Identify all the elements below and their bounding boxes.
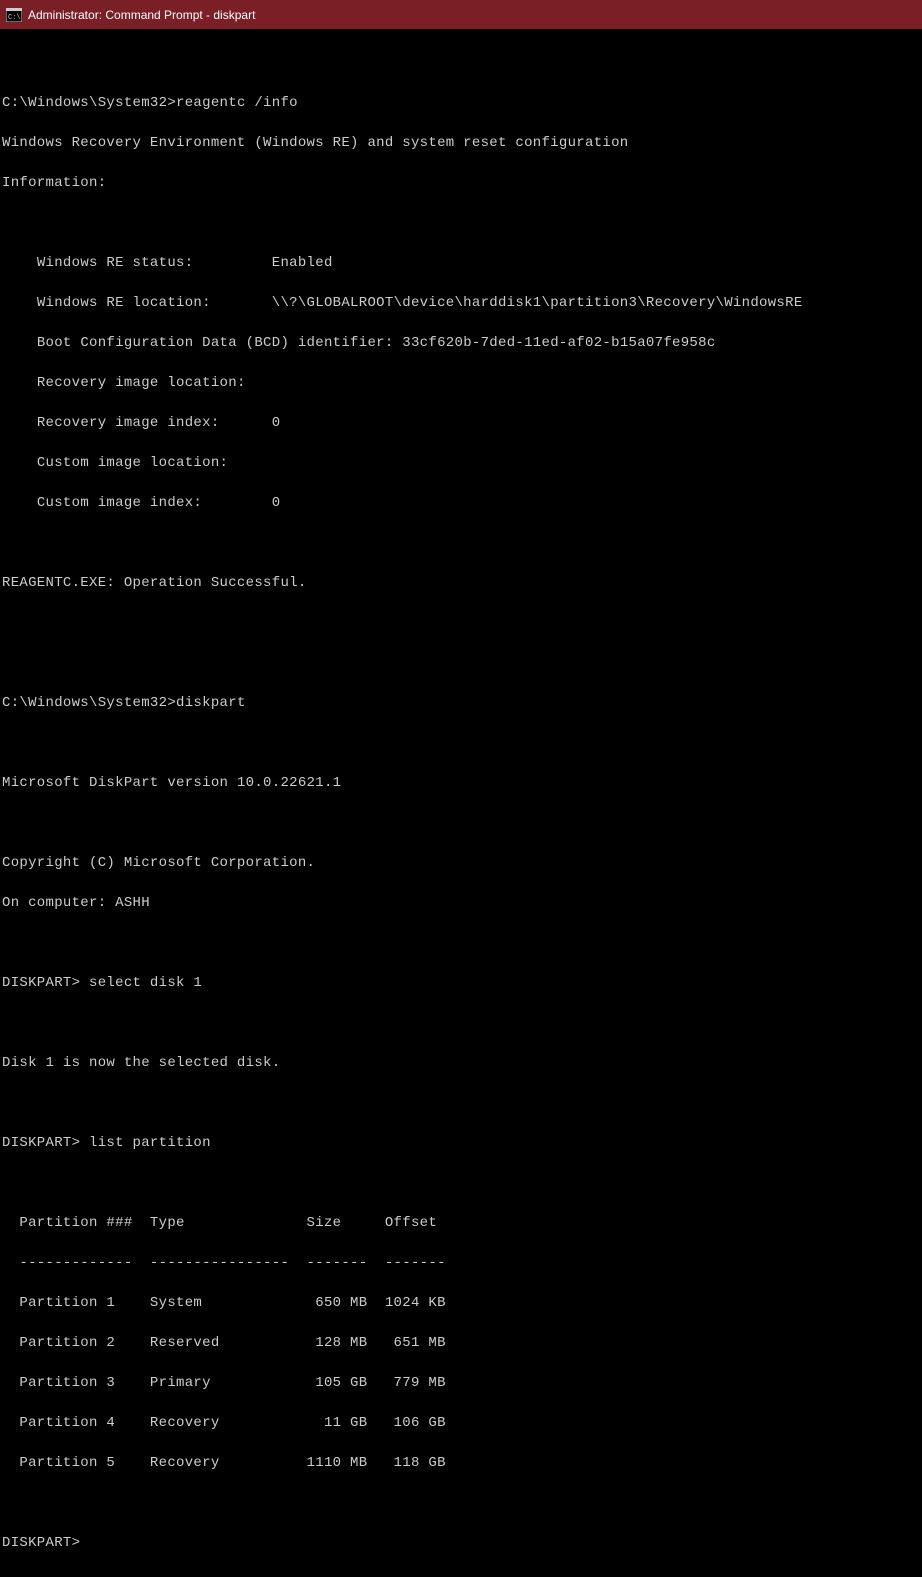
terminal-line <box>2 1173 920 1193</box>
custom-image-index-value: 0 <box>272 495 281 511</box>
terminal-line <box>2 1013 920 1033</box>
prompt-path: C:\Windows\System32> <box>2 695 176 711</box>
output-line: Boot Configuration Data (BCD) identifier… <box>2 333 920 353</box>
output-line: Windows RE status: Enabled <box>2 253 920 273</box>
output-line: Recovery image index: 0 <box>2 413 920 433</box>
cmd-icon: C:\ <box>6 8 22 22</box>
prompt-path: C:\Windows\System32> <box>2 95 176 111</box>
location-value: \\?\GLOBALROOT\device\harddisk1\partitio… <box>272 295 803 311</box>
custom-image-location-label: Custom image location: <box>37 455 228 471</box>
diskpart-prompt: DISKPART> <box>2 1535 80 1551</box>
prompt-line: C:\Windows\System32>diskpart <box>2 693 920 713</box>
output-line: Copyright (C) Microsoft Corporation. <box>2 853 920 873</box>
table-row: Partition 5 Recovery 1110 MB 118 GB <box>2 1453 920 1473</box>
output-line: Windows Recovery Environment (Windows RE… <box>2 133 920 153</box>
table-row: Partition 4 Recovery 11 GB 106 GB <box>2 1413 920 1433</box>
table-divider: ------------- ---------------- ------- -… <box>2 1253 920 1273</box>
prompt-line: DISKPART> select disk 1 <box>2 973 920 993</box>
output-line: REAGENTC.EXE: Operation Successful. <box>2 573 920 593</box>
terminal-output[interactable]: C:\Windows\System32>reagentc /info Windo… <box>0 29 922 1577</box>
output-line: Recovery image location: <box>2 373 920 393</box>
table-row: Partition 2 Reserved 128 MB 651 MB <box>2 1333 920 1353</box>
terminal-line <box>2 53 920 73</box>
bcd-label: Boot Configuration Data (BCD) identifier… <box>37 335 402 351</box>
recovery-image-index-value: 0 <box>272 415 281 431</box>
diskpart-prompt: DISKPART> <box>2 1135 89 1151</box>
status-label: Windows RE status: <box>37 255 272 271</box>
output-line: On computer: ASHH <box>2 893 920 913</box>
svg-text:C:\: C:\ <box>8 14 21 22</box>
prompt-line: DISKPART> <box>2 1533 920 1553</box>
custom-image-index-label: Custom image index: <box>37 495 272 511</box>
output-line: Custom image location: <box>2 453 920 473</box>
terminal-line <box>2 613 920 633</box>
window-titlebar[interactable]: C:\ Administrator: Command Prompt - disk… <box>0 0 922 29</box>
location-label: Windows RE location: <box>37 295 272 311</box>
terminal-line <box>2 733 920 753</box>
terminal-line <box>2 213 920 233</box>
terminal-line <box>2 813 920 833</box>
command-text: select disk 1 <box>89 975 202 991</box>
terminal-line <box>2 933 920 953</box>
command-text: reagentc /info <box>176 95 298 111</box>
bcd-value: 33cf620b-7ded-11ed-af02-b15a07fe958c <box>402 335 715 351</box>
recovery-image-index-label: Recovery image index: <box>37 415 272 431</box>
diskpart-prompt: DISKPART> <box>2 975 89 991</box>
status-value: Enabled <box>272 255 333 271</box>
table-row: Partition 3 Primary 105 GB 779 MB <box>2 1373 920 1393</box>
output-line: Windows RE location: \\?\GLOBALROOT\devi… <box>2 293 920 313</box>
output-line: Information: <box>2 173 920 193</box>
terminal-line <box>2 653 920 673</box>
window-title: Administrator: Command Prompt - diskpart <box>28 8 255 22</box>
prompt-line: C:\Windows\System32>reagentc /info <box>2 93 920 113</box>
prompt-line: DISKPART> list partition <box>2 1133 920 1153</box>
command-text: diskpart <box>176 695 246 711</box>
output-line: Disk 1 is now the selected disk. <box>2 1053 920 1073</box>
table-row: Partition 1 System 650 MB 1024 KB <box>2 1293 920 1313</box>
table-header: Partition ### Type Size Offset <box>2 1213 920 1233</box>
terminal-line <box>2 1493 920 1513</box>
command-text: list partition <box>89 1135 211 1151</box>
output-line: Microsoft DiskPart version 10.0.22621.1 <box>2 773 920 793</box>
output-line: Custom image index: 0 <box>2 493 920 513</box>
terminal-line <box>2 1093 920 1113</box>
terminal-line <box>2 533 920 553</box>
recovery-image-location-label: Recovery image location: <box>37 375 246 391</box>
